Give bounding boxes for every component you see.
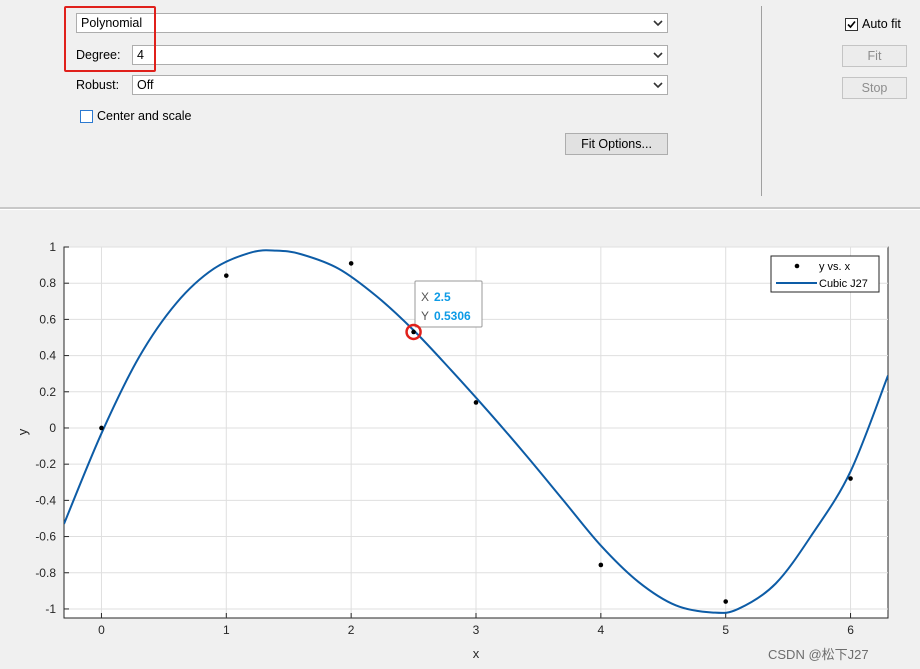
x-tick-label: 3 — [473, 623, 480, 637]
datatip[interactable]: X 2.5 Y 0.5306 — [414, 280, 483, 328]
x-tick-label: 2 — [348, 623, 355, 637]
data-point — [348, 261, 354, 266]
chevron-down-icon — [653, 52, 663, 59]
y-tick-label: 0.2 — [39, 385, 56, 399]
legend[interactable]: y vs. x Cubic J27 — [770, 255, 880, 293]
data-point — [411, 329, 416, 335]
datatip-y-label: Y — [421, 309, 429, 323]
y-tick-label: 0.8 — [39, 276, 56, 290]
robust-label: Robust: — [76, 78, 120, 92]
chevron-down-icon — [653, 82, 663, 89]
y-tick-label: 0 — [49, 421, 56, 435]
degree-dropdown[interactable]: 4 — [132, 45, 668, 65]
x-axis-label: x — [473, 646, 480, 661]
fit-settings-panel: Polynomial Degree: 4 Robust: Off Center … — [0, 0, 920, 207]
x-tick-label: 5 — [722, 623, 729, 637]
y-tick-label: -0.8 — [35, 566, 56, 580]
vertical-divider — [761, 6, 762, 196]
x-tick-label: 6 — [847, 623, 854, 637]
chevron-down-icon — [653, 20, 663, 27]
y-tick-label: 1 — [49, 240, 56, 254]
auto-fit-label: Auto fit — [862, 17, 901, 31]
data-point — [473, 400, 479, 405]
robust-dropdown[interactable]: Off — [132, 75, 668, 95]
data-point — [598, 562, 604, 568]
y-axis-label: y — [15, 428, 30, 435]
datatip-x-value: 2.5 — [434, 290, 451, 304]
data-point — [723, 599, 728, 604]
fit-plot[interactable]: 0 1 2 3 4 5 610.80.60.40.20-0.2-0.4-0.6-0.8-1 … — [0, 210, 920, 669]
y-tick-label: -0.2 — [35, 457, 56, 471]
checkmark-icon — [847, 20, 856, 29]
highlight-annotation — [64, 6, 156, 72]
legend-label-data: y vs. x — [819, 261, 851, 273]
stop-button[interactable]: Stop — [842, 77, 907, 99]
legend-marker-data — [794, 263, 800, 269]
y-tick-label: 0.4 — [39, 349, 56, 363]
y-tick-label: -0.6 — [35, 530, 56, 544]
x-tick-label: 0 — [98, 623, 105, 637]
x-tick-label: 4 — [598, 623, 605, 637]
y-tick-label: 0.6 — [39, 312, 56, 326]
fit-button[interactable]: Fit — [842, 45, 907, 67]
y-tick-label: -0.4 — [35, 493, 56, 507]
fit-options-button[interactable]: Fit Options... — [565, 133, 668, 155]
legend-label-fit: Cubic J27 — [819, 278, 868, 290]
robust-value: Off — [137, 78, 154, 92]
datatip-y-value: 0.5306 — [434, 309, 471, 323]
datatip-x-label: X — [421, 290, 429, 304]
watermark: CSDN @松下J27 — [768, 647, 869, 662]
auto-fit-checkbox[interactable] — [845, 18, 858, 31]
data-point — [99, 425, 104, 431]
center-scale-checkbox[interactable] — [80, 110, 93, 123]
x-tick-label: 1 — [223, 623, 230, 637]
data-point — [224, 273, 229, 278]
center-scale-label: Center and scale — [97, 109, 192, 123]
fit-type-dropdown[interactable]: Polynomial — [76, 13, 668, 33]
data-point — [848, 476, 853, 481]
y-tick-label: -1 — [45, 602, 56, 616]
